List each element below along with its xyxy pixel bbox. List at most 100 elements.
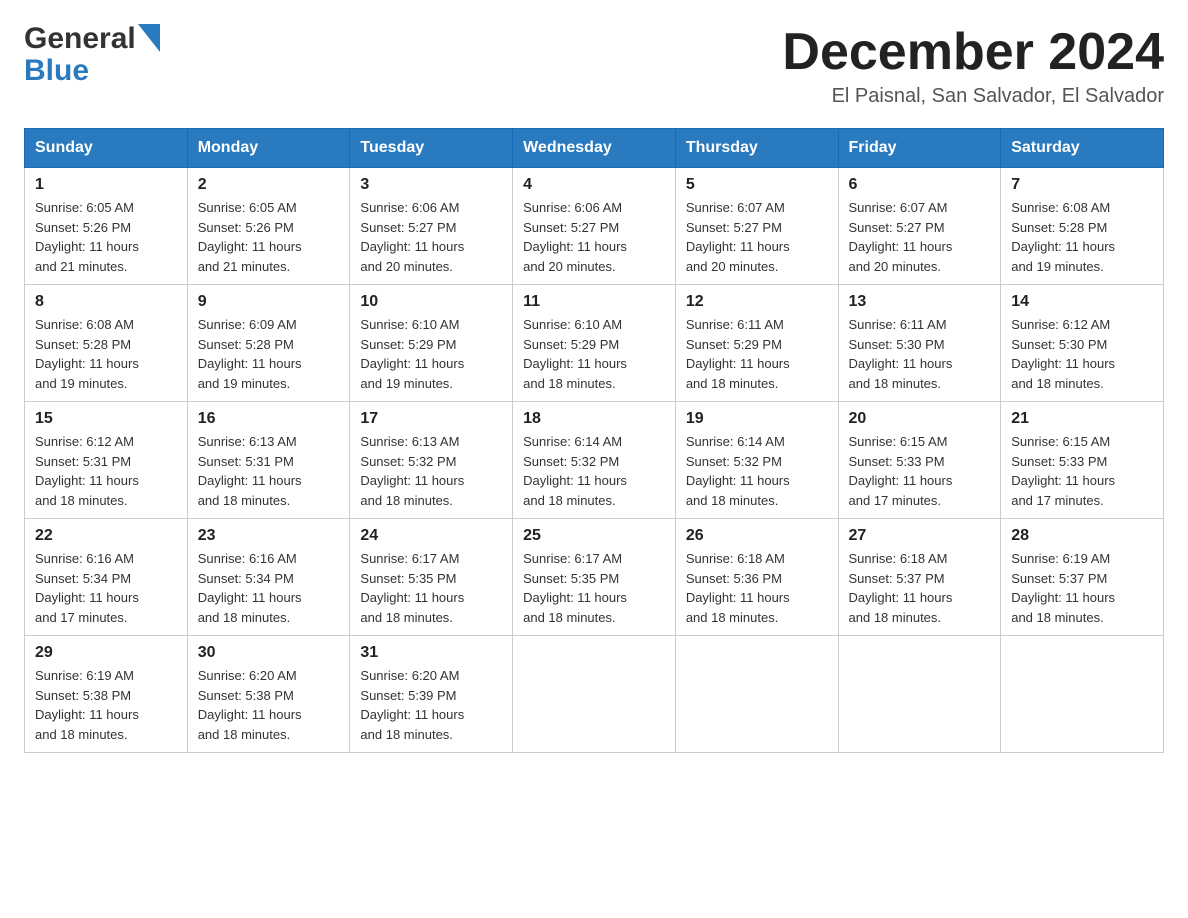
day-number: 27 [849, 527, 991, 545]
day-info: Sunrise: 6:08 AMSunset: 5:28 PMDaylight:… [35, 315, 177, 393]
day-number: 15 [35, 410, 177, 428]
day-info: Sunrise: 6:20 AMSunset: 5:38 PMDaylight:… [198, 666, 340, 744]
calendar-day-cell: 18Sunrise: 6:14 AMSunset: 5:32 PMDayligh… [513, 402, 676, 519]
day-info: Sunrise: 6:06 AMSunset: 5:27 PMDaylight:… [523, 198, 665, 276]
day-number: 29 [35, 644, 177, 662]
day-number: 31 [360, 644, 502, 662]
calendar-week-row: 8 Sunrise: 6:08 AMSunset: 5:28 PMDaylight… [25, 285, 1164, 402]
day-number: 8 [35, 293, 177, 311]
day-info: Sunrise: 6:17 AMSunset: 5:35 PMDaylight:… [523, 549, 665, 627]
calendar-day-cell: 28Sunrise: 6:19 AMSunset: 5:37 PMDayligh… [1001, 519, 1164, 636]
day-info: Sunrise: 6:07 AMSunset: 5:27 PMDaylight:… [686, 198, 828, 276]
day-info: Sunrise: 6:12 AMSunset: 5:31 PMDaylight:… [35, 432, 177, 510]
day-number: 11 [523, 293, 665, 311]
calendar-week-row: 1 Sunrise: 6:05 AMSunset: 5:26 PMDaylight… [25, 168, 1164, 285]
day-of-week-header: Monday [187, 129, 350, 168]
day-number: 12 [686, 293, 828, 311]
logo: General Blue [24, 24, 160, 86]
day-info: Sunrise: 6:10 AMSunset: 5:29 PMDaylight:… [360, 315, 502, 393]
day-info: Sunrise: 6:14 AMSunset: 5:32 PMDaylight:… [686, 432, 828, 510]
calendar-day-cell: 6 Sunrise: 6:07 AMSunset: 5:27 PMDaylight… [838, 168, 1001, 285]
calendar-day-cell: 11 Sunrise: 6:10 AMSunset: 5:29 PMDayligh… [513, 285, 676, 402]
day-info: Sunrise: 6:06 AMSunset: 5:27 PMDaylight:… [360, 198, 502, 276]
calendar-day-cell: 10 Sunrise: 6:10 AMSunset: 5:29 PMDayligh… [350, 285, 513, 402]
calendar-day-cell: 14 Sunrise: 6:12 AMSunset: 5:30 PMDayligh… [1001, 285, 1164, 402]
day-number: 17 [360, 410, 502, 428]
day-of-week-header: Thursday [675, 129, 838, 168]
logo-general: General [24, 24, 136, 54]
calendar-day-cell: 30 Sunrise: 6:20 AMSunset: 5:38 PMDayligh… [187, 636, 350, 753]
day-number: 2 [198, 176, 340, 194]
day-number: 26 [686, 527, 828, 545]
calendar-day-cell: 22 Sunrise: 6:16 AMSunset: 5:34 PMDayligh… [25, 519, 188, 636]
calendar-table: SundayMondayTuesdayWednesdayThursdayFrid… [24, 128, 1164, 753]
day-info: Sunrise: 6:15 AMSunset: 5:33 PMDaylight:… [1011, 432, 1153, 510]
day-info: Sunrise: 6:20 AMSunset: 5:39 PMDaylight:… [360, 666, 502, 744]
calendar-day-cell: 9 Sunrise: 6:09 AMSunset: 5:28 PMDaylight… [187, 285, 350, 402]
calendar-week-row: 29 Sunrise: 6:19 AMSunset: 5:38 PMDayligh… [25, 636, 1164, 753]
day-info: Sunrise: 6:15 AMSunset: 5:33 PMDaylight:… [849, 432, 991, 510]
calendar-header-row: SundayMondayTuesdayWednesdayThursdayFrid… [25, 129, 1164, 168]
logo-triangle-icon [138, 24, 160, 52]
day-info: Sunrise: 6:19 AMSunset: 5:37 PMDaylight:… [1011, 549, 1153, 627]
day-number: 10 [360, 293, 502, 311]
day-info: Sunrise: 6:07 AMSunset: 5:27 PMDaylight:… [849, 198, 991, 276]
calendar-day-cell: 23 Sunrise: 6:16 AMSunset: 5:34 PMDayligh… [187, 519, 350, 636]
day-number: 5 [686, 176, 828, 194]
calendar-day-cell: 25 Sunrise: 6:17 AMSunset: 5:35 PMDayligh… [513, 519, 676, 636]
day-of-week-header: Wednesday [513, 129, 676, 168]
day-number: 20 [849, 410, 991, 428]
calendar-day-cell: 1Sunrise: 6:05 AMSunset: 5:26 PMDaylight… [25, 168, 188, 285]
day-info: Sunrise: 6:11 AMSunset: 5:30 PMDaylight:… [849, 315, 991, 393]
day-number: 16 [198, 410, 340, 428]
day-number: 21 [1011, 410, 1153, 428]
day-number: 14 [1011, 293, 1153, 311]
calendar-day-cell [1001, 636, 1164, 753]
day-of-week-header: Friday [838, 129, 1001, 168]
calendar-day-cell: 17 Sunrise: 6:13 AMSunset: 5:32 PMDayligh… [350, 402, 513, 519]
day-info: Sunrise: 6:11 AMSunset: 5:29 PMDaylight:… [686, 315, 828, 393]
calendar-day-cell: 3 Sunrise: 6:06 AMSunset: 5:27 PMDaylight… [350, 168, 513, 285]
day-number: 6 [849, 176, 991, 194]
calendar-day-cell: 27Sunrise: 6:18 AMSunset: 5:37 PMDayligh… [838, 519, 1001, 636]
day-number: 30 [198, 644, 340, 662]
day-number: 18 [523, 410, 665, 428]
day-info: Sunrise: 6:16 AMSunset: 5:34 PMDaylight:… [198, 549, 340, 627]
day-info: Sunrise: 6:16 AMSunset: 5:34 PMDaylight:… [35, 549, 177, 627]
day-number: 3 [360, 176, 502, 194]
calendar-day-cell: 19 Sunrise: 6:14 AMSunset: 5:32 PMDayligh… [675, 402, 838, 519]
day-number: 25 [523, 527, 665, 545]
day-info: Sunrise: 6:05 AMSunset: 5:26 PMDaylight:… [198, 198, 340, 276]
day-of-week-header: Saturday [1001, 129, 1164, 168]
day-info: Sunrise: 6:17 AMSunset: 5:35 PMDaylight:… [360, 549, 502, 627]
day-of-week-header: Sunday [25, 129, 188, 168]
day-number: 23 [198, 527, 340, 545]
calendar-day-cell: 21 Sunrise: 6:15 AMSunset: 5:33 PMDayligh… [1001, 402, 1164, 519]
day-info: Sunrise: 6:10 AMSunset: 5:29 PMDaylight:… [523, 315, 665, 393]
day-number: 24 [360, 527, 502, 545]
day-info: Sunrise: 6:19 AMSunset: 5:38 PMDaylight:… [35, 666, 177, 744]
calendar-day-cell: 8 Sunrise: 6:08 AMSunset: 5:28 PMDaylight… [25, 285, 188, 402]
calendar-day-cell: 12 Sunrise: 6:11 AMSunset: 5:29 PMDayligh… [675, 285, 838, 402]
calendar-day-cell: 16 Sunrise: 6:13 AMSunset: 5:31 PMDayligh… [187, 402, 350, 519]
day-info: Sunrise: 6:13 AMSunset: 5:31 PMDaylight:… [198, 432, 340, 510]
day-number: 22 [35, 527, 177, 545]
calendar-day-cell [513, 636, 676, 753]
day-info: Sunrise: 6:13 AMSunset: 5:32 PMDaylight:… [360, 432, 502, 510]
day-number: 4 [523, 176, 665, 194]
calendar-day-cell [838, 636, 1001, 753]
day-info: Sunrise: 6:12 AMSunset: 5:30 PMDaylight:… [1011, 315, 1153, 393]
location: El Paisnal, San Salvador, El Salvador [782, 85, 1164, 108]
calendar-day-cell: 29 Sunrise: 6:19 AMSunset: 5:38 PMDayligh… [25, 636, 188, 753]
calendar-week-row: 15 Sunrise: 6:12 AMSunset: 5:31 PMDayligh… [25, 402, 1164, 519]
day-number: 7 [1011, 176, 1153, 194]
day-number: 1 [35, 176, 177, 194]
calendar-day-cell: 5 Sunrise: 6:07 AMSunset: 5:27 PMDaylight… [675, 168, 838, 285]
calendar-day-cell: 24 Sunrise: 6:17 AMSunset: 5:35 PMDayligh… [350, 519, 513, 636]
day-info: Sunrise: 6:09 AMSunset: 5:28 PMDaylight:… [198, 315, 340, 393]
day-number: 9 [198, 293, 340, 311]
day-number: 19 [686, 410, 828, 428]
page-header: General Blue December 2024 El Paisnal, S… [24, 24, 1164, 108]
calendar-day-cell: 4 Sunrise: 6:06 AMSunset: 5:27 PMDaylight… [513, 168, 676, 285]
day-info: Sunrise: 6:18 AMSunset: 5:36 PMDaylight:… [686, 549, 828, 627]
